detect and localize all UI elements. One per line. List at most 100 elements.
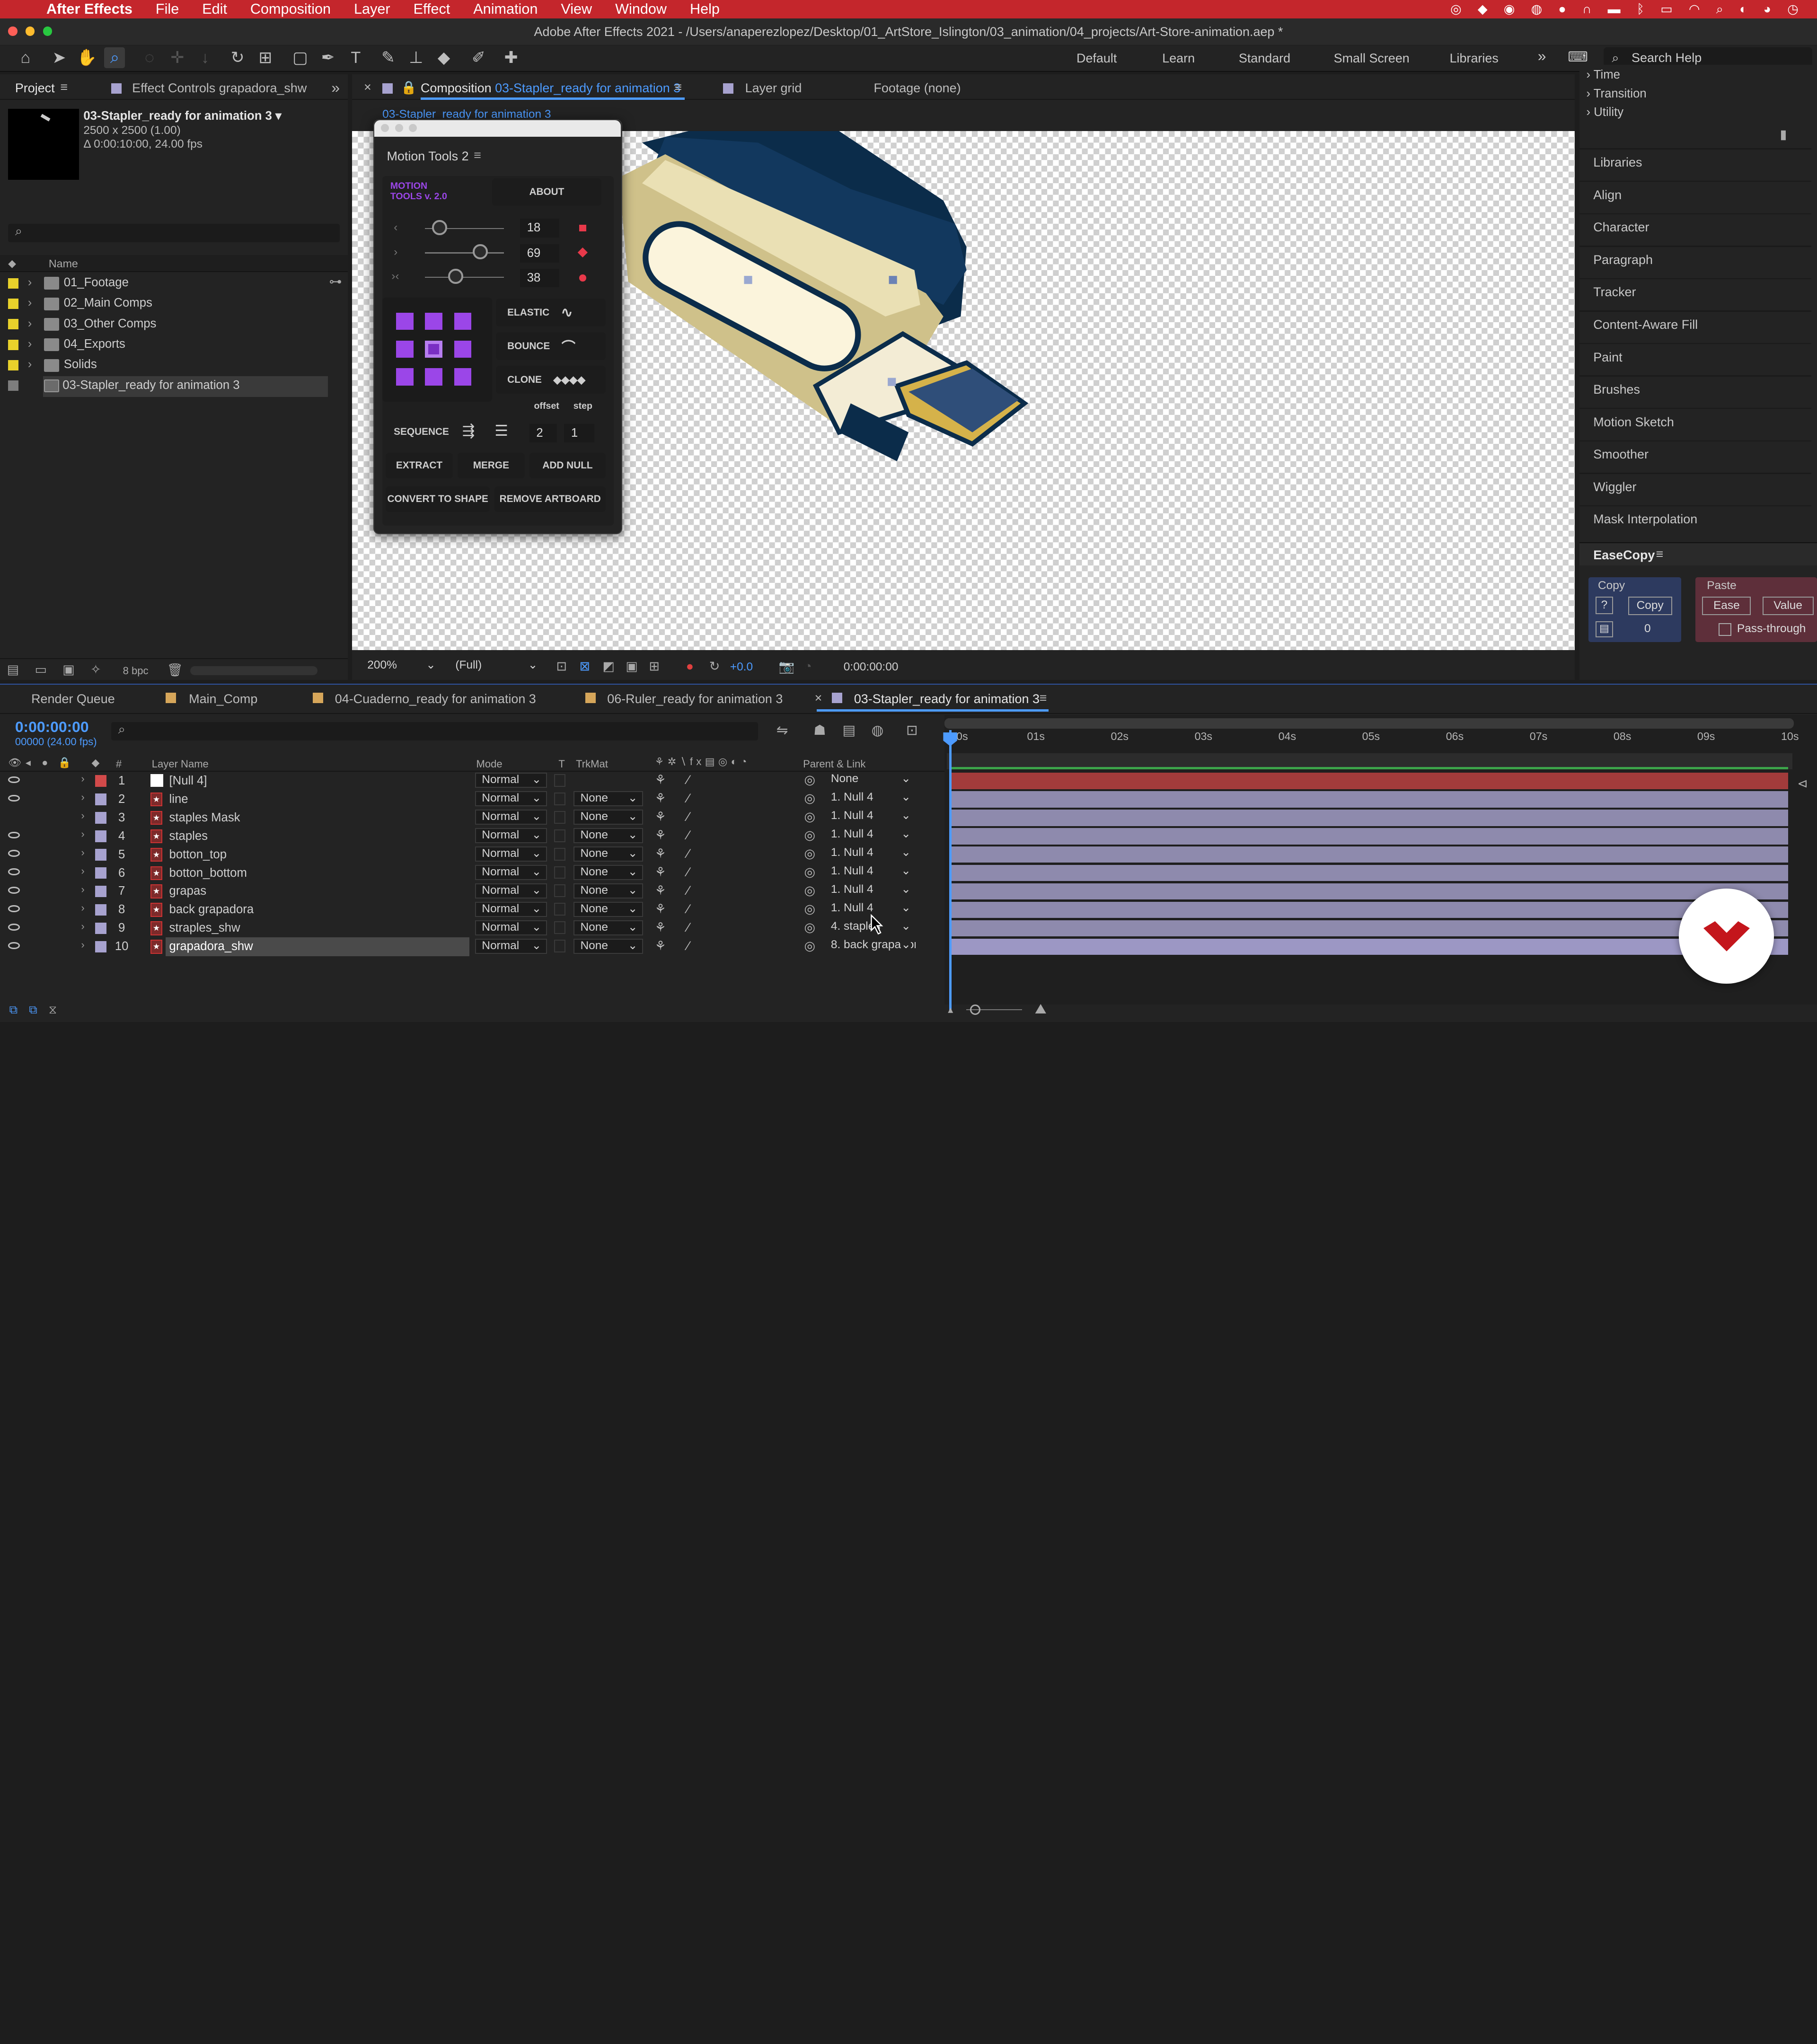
tab-cuaderno[interactable]: 04-Cuaderno_ready for animation 3 xyxy=(335,692,536,706)
shy-layers-icon[interactable]: ☗ xyxy=(813,722,826,739)
comp-mini-flowchart-icon[interactable]: ⇋ xyxy=(776,722,788,739)
tab-ruler[interactable]: 06-Ruler_ready for animation 3 xyxy=(607,692,783,706)
workspace-learn[interactable]: Learn xyxy=(1162,51,1195,66)
preserve-transparency-checkbox[interactable] xyxy=(554,847,566,861)
visibility-eye-icon[interactable] xyxy=(8,776,20,784)
work-area-bar[interactable] xyxy=(944,718,1794,729)
blend-mode-select[interactable]: Normal ⌄ xyxy=(475,828,547,844)
panel-libraries[interactable]: Libraries xyxy=(1593,155,1642,170)
status-icon[interactable]: ◉ xyxy=(1504,2,1515,17)
track-matte-select[interactable]: None ⌄ xyxy=(573,846,644,862)
menu-app[interactable]: After Effects xyxy=(46,1,132,18)
workspaces-overflow-button[interactable]: » xyxy=(1538,47,1546,65)
type-tool-icon[interactable]: T xyxy=(345,47,366,68)
visibility-eye-icon[interactable] xyxy=(8,794,20,802)
expand-chevron-icon[interactable]: › xyxy=(81,773,84,785)
zoom-window-button[interactable] xyxy=(408,123,417,132)
layer-duration-bar[interactable] xyxy=(950,938,1788,955)
visibility-eye-icon[interactable] xyxy=(8,831,20,839)
layer-row[interactable]: › 8 ★ back grapadora Normal ⌄ None ⌄ ⚘ ∕ ◎ 1. Null … xyxy=(0,901,944,919)
anchor-center[interactable] xyxy=(425,340,442,358)
layer-row[interactable]: › 10 ★ grapadora_shw Normal ⌄ None ⌄ ⚘ ∕ ◎ 8. back … xyxy=(0,937,944,956)
clone-button[interactable]: CLONE ◆◆◆◆ xyxy=(495,366,606,394)
shy-switch-icon[interactable]: ⚘ xyxy=(655,828,666,843)
new-folder-icon[interactable]: ▭ xyxy=(35,662,46,677)
track-matte-select[interactable]: None ⌄ xyxy=(573,920,644,935)
headphones-icon[interactable]: ∩ xyxy=(1582,2,1591,17)
expand-chevron-icon[interactable]: › xyxy=(81,902,84,914)
lock-icon[interactable]: 🔒 xyxy=(401,80,417,95)
expand-chevron-icon[interactable]: › xyxy=(81,791,84,803)
menu-window[interactable]: Window xyxy=(615,1,667,18)
help-button[interactable]: ? xyxy=(1596,597,1613,614)
project-item[interactable]: › 01_Footage xyxy=(0,273,348,294)
visibility-eye-icon[interactable] xyxy=(8,868,20,876)
shy-switch-icon[interactable]: ⚘ xyxy=(655,939,666,953)
panel-wiggler[interactable]: Wiggler xyxy=(1593,480,1636,494)
blend-mode-select[interactable]: Normal ⌄ xyxy=(475,810,547,825)
workspace-small-screen[interactable]: Small Screen xyxy=(1334,51,1410,66)
quality-switch-icon[interactable]: ∕ xyxy=(687,865,689,880)
close-window-button[interactable] xyxy=(381,123,389,132)
control-center-icon[interactable]: ◐ xyxy=(1739,2,1747,17)
label-color-icon[interactable] xyxy=(95,941,107,953)
panel-align[interactable]: Align xyxy=(1593,188,1622,203)
number-header[interactable]: # xyxy=(116,758,122,770)
expand-chevron-icon[interactable]: › xyxy=(81,883,84,896)
hand-tool-icon[interactable]: ✋ xyxy=(77,47,97,68)
parent-select[interactable]: 1. Null 4 ⌄ xyxy=(825,791,916,806)
menu-composition[interactable]: Composition xyxy=(250,1,331,18)
shy-switch-icon[interactable]: ⚘ xyxy=(655,865,666,880)
quality-switch-icon[interactable]: ∕ xyxy=(687,791,689,806)
status-icon[interactable]: ◍ xyxy=(1531,2,1543,17)
preserve-transparency-checkbox[interactable] xyxy=(554,921,566,934)
clone-stamp-tool-icon[interactable]: ⊥ xyxy=(406,47,426,68)
adjust-icon[interactable]: ✧ xyxy=(90,662,101,677)
brush-tool-icon[interactable]: ✎ xyxy=(378,47,398,68)
layer-row[interactable]: › 3 ★ staples Mask Normal ⌄ None ⌄ ⚘ ∕ ◎ 1. Null 4 ⌄ xyxy=(0,809,944,827)
shy-switch-icon[interactable]: ⚘ xyxy=(655,846,666,861)
panel-paragraph[interactable]: Paragraph xyxy=(1593,253,1653,267)
visibility-eye-icon[interactable] xyxy=(8,942,20,949)
label-color-icon[interactable] xyxy=(8,380,19,391)
tab-effect-controls[interactable]: Effect Controls grapadora_shw xyxy=(132,81,307,96)
anchor-tool-icon[interactable]: ⊞ xyxy=(255,47,276,68)
parent-select[interactable]: 1. Null 4 ⌄ xyxy=(825,865,916,880)
thumbnail-scrollbar[interactable] xyxy=(190,666,318,676)
region-of-interest-icon[interactable]: ▣ xyxy=(626,659,637,674)
panel-menu-icon[interactable]: ≡ xyxy=(474,148,481,163)
ease-both-value[interactable]: 38 xyxy=(520,268,560,287)
copy-ease-button[interactable]: Copy xyxy=(1628,597,1672,616)
track-matte-select[interactable]: None ⌄ xyxy=(573,865,644,880)
column-name-header[interactable]: Name xyxy=(49,257,78,270)
ease-both-apply-icon[interactable] xyxy=(579,274,586,282)
pick-whip-icon[interactable]: ◎ xyxy=(804,773,816,787)
motion-blur-icon[interactable]: ◍ xyxy=(872,722,884,739)
panel-smoother[interactable]: Smoother xyxy=(1593,447,1649,462)
anchor-middle-right[interactable] xyxy=(454,340,472,358)
frame-blending-icon[interactable]: ▤ xyxy=(842,722,856,739)
quality-switch-icon[interactable]: ∕ xyxy=(687,902,689,916)
label-color-icon[interactable] xyxy=(95,775,107,787)
visibility-eye-icon[interactable] xyxy=(8,905,20,912)
close-window-button[interactable] xyxy=(8,26,18,36)
layer-name[interactable]: botton_top xyxy=(169,848,227,862)
layer-name[interactable]: line xyxy=(169,793,188,806)
label-color-icon[interactable] xyxy=(8,339,19,350)
layer-row[interactable]: › 7 ★ grapas Normal ⌄ None ⌄ ⚘ ∕ ◎ 1. Null 4 ⌄ xyxy=(0,882,944,901)
anchor-top-center[interactable] xyxy=(425,312,442,330)
panel-menu-icon[interactable]: ≡ xyxy=(60,80,68,95)
blend-mode-select[interactable]: Normal ⌄ xyxy=(475,773,547,788)
dolly-tool-icon[interactable]: ↓ xyxy=(194,47,215,68)
project-item[interactable]: 03-Stapler_ready for animation 3 xyxy=(8,376,328,397)
visibility-eye-icon[interactable] xyxy=(8,887,20,894)
expand-chevron-icon[interactable]: › xyxy=(28,276,32,290)
workspace-libraries[interactable]: Libraries xyxy=(1450,51,1499,66)
timeline-zoom-knob[interactable] xyxy=(970,1004,980,1015)
zoom-out-icon[interactable]: ▴ xyxy=(948,1004,953,1016)
viewer-timecode[interactable]: 0:00:00:00 xyxy=(844,661,899,674)
effects-category-time[interactable]: › Time xyxy=(1587,68,1620,82)
project-item[interactable]: › 02_Main Comps xyxy=(0,294,348,315)
mode-header[interactable]: Mode xyxy=(476,758,502,770)
shy-switch-icon[interactable]: ⚘ xyxy=(655,773,666,787)
